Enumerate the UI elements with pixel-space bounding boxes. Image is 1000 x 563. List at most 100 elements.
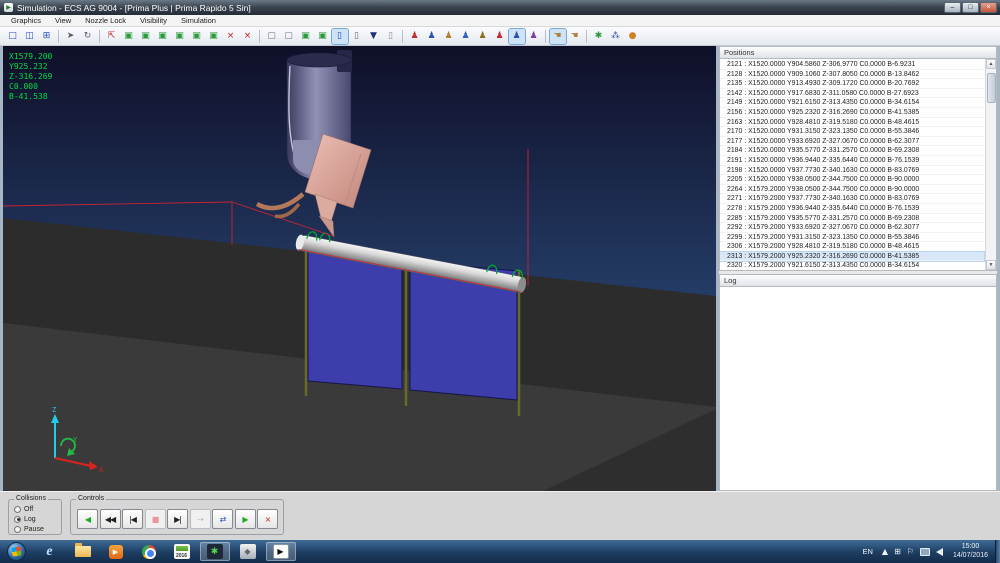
position-row[interactable]: 2177 : X1520.0000 Y933.6920 Z-327.0670 C… (720, 137, 984, 147)
play-backward-button[interactable]: ◀ (77, 509, 98, 529)
positions-list[interactable]: ▲ ▼ 2121 : X1520.0000 Y904.5860 Z-306.97… (719, 59, 997, 271)
positions-scrollbar[interactable]: ▲ ▼ (985, 59, 996, 270)
media-player[interactable]: ▶ (101, 542, 131, 561)
position-row[interactable]: 2264 : X1579.2000 Y938.0500 Z-344.7500 C… (720, 185, 984, 195)
simulation-app[interactable]: ✱ (200, 542, 230, 561)
transparent-view-icon[interactable]: ▣ (315, 29, 331, 44)
position-row[interactable]: 2135 : X1520.0000 Y913.4930 Z-309.1720 C… (720, 79, 984, 89)
position-row[interactable]: 2313 : X1579.2000 Y925.2320 Z-316.2690 C… (720, 252, 984, 262)
wire-overlay-icon[interactable]: ✱ (591, 29, 607, 44)
clip-plane-y-icon[interactable]: × (240, 29, 256, 44)
radio-icon[interactable] (14, 506, 21, 513)
app-2016[interactable]: 2016 (167, 542, 197, 561)
cad-app[interactable]: ◆ (233, 542, 263, 561)
chrome[interactable] (134, 542, 164, 561)
abort-button[interactable]: × (257, 509, 278, 529)
posture-stop-icon[interactable]: ♟ (407, 29, 423, 44)
position-row[interactable]: 2184 : X1520.0000 Y935.5770 Z-331.2570 C… (720, 146, 984, 156)
node-points-icon[interactable]: ⁂ (608, 29, 624, 44)
log-panel-toggle-icon[interactable]: ▯ (349, 29, 365, 44)
show-part-icon[interactable]: ▣ (172, 29, 188, 44)
radio-icon[interactable] (14, 516, 21, 523)
internet-explorer[interactable]: e (35, 542, 65, 561)
position-row[interactable]: 2121 : X1520.0000 Y904.5860 Z-306.9770 C… (720, 60, 984, 70)
view-split-icon[interactable]: ◫ (22, 29, 38, 44)
position-row[interactable]: 2278 : X1579.2000 Y936.9440 Z-335.6440 C… (720, 204, 984, 214)
menu-item-visibility[interactable]: Visibility (133, 15, 174, 26)
position-row[interactable]: 2320 : X1579.2000 Y921.6150 Z-313.4350 C… (720, 261, 984, 271)
step-forward-button[interactable]: ▶| (167, 509, 188, 529)
view-single-icon[interactable]: □ (5, 29, 21, 44)
position-row[interactable]: 2156 : X1520.0000 Y925.2320 Z-316.2690 C… (720, 108, 984, 118)
radio-icon[interactable] (14, 526, 21, 533)
show-sheet-icon[interactable]: ▣ (206, 29, 222, 44)
viewport-3d[interactable]: Z X Y X1579.200 Y925.232 Z-316.269 C0.00… (3, 46, 716, 491)
collision-volume-icon[interactable]: ▼ (366, 29, 382, 44)
clip-plane-x-icon[interactable]: × (223, 29, 239, 44)
select-cursor-icon[interactable]: ➤ (63, 29, 79, 44)
shaded-view-icon[interactable]: ▢ (281, 29, 297, 44)
position-row[interactable]: 2306 : X1579.2000 Y928.4810 Z-319.5180 C… (720, 242, 984, 252)
fast-rewind-button[interactable]: ◀◀ (100, 509, 121, 529)
posture-work-icon[interactable]: ♟ (458, 29, 474, 44)
scroll-down-icon[interactable]: ▼ (986, 260, 996, 270)
windows-update-icon[interactable]: ⊞ (894, 547, 901, 556)
scroll-up-icon[interactable]: ▲ (986, 59, 996, 69)
recycle-bin-icon[interactable]: ▯ (383, 29, 399, 44)
wireframe-view-icon[interactable]: ▢ (264, 29, 280, 44)
action-center-flag-icon[interactable]: ⚐ (907, 547, 914, 556)
start-button[interactable] (2, 542, 32, 561)
show-fixture-icon[interactable]: ▣ (155, 29, 171, 44)
scroll-thumb[interactable] (987, 73, 996, 103)
solid-view-icon[interactable]: ▣ (298, 29, 314, 44)
menu-item-graphics[interactable]: Graphics (4, 15, 48, 26)
posture-park-icon[interactable]: ♟ (475, 29, 491, 44)
network-icon[interactable] (920, 548, 930, 556)
minimize-button[interactable]: – (944, 2, 961, 13)
position-row[interactable]: 2191 : X1520.0000 Y936.9440 Z-335.6440 C… (720, 156, 984, 166)
sphere-tool-icon[interactable]: ● (625, 29, 641, 44)
hidden-icons-icon[interactable]: ▲ (882, 547, 888, 556)
rotate-view-icon[interactable]: ↻ (80, 29, 96, 44)
show-desktop-button[interactable] (995, 540, 1000, 563)
log-area[interactable] (719, 287, 997, 491)
menu-item-simulation[interactable]: Simulation (174, 15, 223, 26)
step-back-button[interactable]: |◀ (122, 509, 143, 529)
menu-item-nozzle-lock[interactable]: Nozzle Lock (78, 15, 133, 26)
taskbar-clock[interactable]: 15:0014/07/2016 (953, 543, 988, 560)
position-row[interactable]: 2271 : X1579.2000 Y937.7730 Z-340.1630 C… (720, 194, 984, 204)
show-head-icon[interactable]: ▣ (138, 29, 154, 44)
show-machine-icon[interactable]: ▣ (121, 29, 137, 44)
language-indicator[interactable]: EN (863, 547, 873, 556)
posture-manual-icon[interactable]: ♟ (526, 29, 542, 44)
position-row[interactable]: 2170 : X1520.0000 Y931.3150 Z-323.1350 C… (720, 127, 984, 137)
volume-icon[interactable] (936, 548, 943, 556)
menu-item-view[interactable]: View (48, 15, 78, 26)
collision-option-log[interactable]: Log (14, 514, 61, 524)
position-row[interactable]: 2292 : X1579.2000 Y933.6920 Z-327.0670 C… (720, 223, 984, 233)
posture-alarm-icon[interactable]: ♟ (492, 29, 508, 44)
pick-hand-alt-icon[interactable]: ☚ (567, 29, 583, 44)
position-row[interactable]: 2163 : X1520.0000 Y928.4810 Z-319.5180 C… (720, 118, 984, 128)
position-row[interactable]: 2205 : X1520.0000 Y938.0500 Z-344.7500 C… (720, 175, 984, 185)
posture-load-icon[interactable]: ♟ (441, 29, 457, 44)
title-bar[interactable]: ▶ Simulation - ECS AG 9004 - [Prima Plus… (0, 0, 1000, 15)
trace-path-icon[interactable]: ⇱ (104, 29, 120, 44)
collision-option-off[interactable]: Off (14, 504, 61, 514)
positions-panel-toggle-icon[interactable]: ▯ (332, 29, 348, 44)
position-row[interactable]: 2128 : X1520.0000 Y909.1060 Z-307.8050 C… (720, 70, 984, 80)
pick-hand-icon[interactable]: ☚ (550, 29, 566, 44)
close-button[interactable]: × (980, 2, 997, 13)
position-row[interactable]: 2285 : X1579.2000 Y935.5770 Z-331.2570 C… (720, 214, 984, 224)
run-app[interactable]: ▶ (266, 542, 296, 561)
view-quad-icon[interactable]: ⊞ (39, 29, 55, 44)
play-button[interactable]: ▶ (235, 509, 256, 529)
windows-explorer[interactable] (68, 542, 98, 561)
goto-position-button[interactable]: ⇄ (212, 509, 233, 529)
position-row[interactable]: 2149 : X1520.0000 Y921.6150 Z-313.4350 C… (720, 98, 984, 108)
position-row[interactable]: 2198 : X1520.0000 Y937.7730 Z-340.1630 C… (720, 166, 984, 176)
posture-home-icon[interactable]: ♟ (424, 29, 440, 44)
collision-option-pause[interactable]: Pause (14, 524, 61, 534)
show-stock-icon[interactable]: ▣ (189, 29, 205, 44)
position-row[interactable]: 2142 : X1520.0000 Y917.6830 Z-311.0580 C… (720, 89, 984, 99)
